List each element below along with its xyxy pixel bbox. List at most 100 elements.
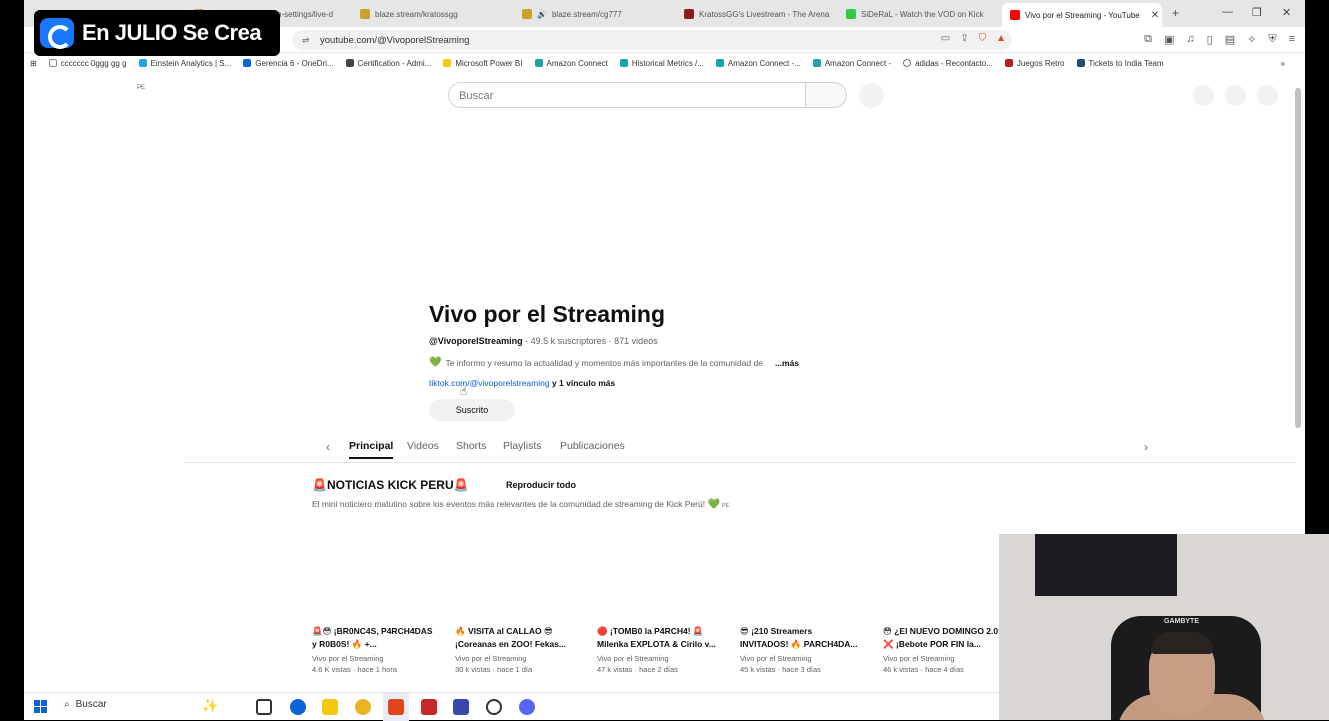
tab-favicon-icon — [684, 9, 694, 19]
voice-search-button[interactable] — [859, 83, 884, 108]
chevron-right-icon[interactable]: › — [1144, 440, 1148, 454]
bookmark-item[interactable]: Amazon Connect - — [812, 59, 891, 68]
windows-start-icon[interactable] — [34, 700, 47, 713]
tab-playlists[interactable]: Playlists — [503, 440, 542, 452]
bookmark-item[interactable]: Tickets to India Team — [1076, 59, 1164, 68]
browser-tab-active[interactable]: Vivo por el Streaming - YouTube ✕ — [1002, 3, 1162, 27]
video-title[interactable]: 😳 ¿El NUEVO DOMINGO 2.0? ❌ ¡Bebote POR F… — [883, 625, 1005, 651]
video-channel[interactable]: Vivo por el Streaming — [597, 654, 719, 663]
share-icon[interactable]: ⇪ — [960, 33, 968, 44]
notifications-button[interactable] — [1225, 85, 1246, 106]
video-card[interactable]: 🚨😳 ¡BR0NC4S, P4RCH4DAS y R0B0S! 🔥 +... Vi… — [312, 625, 434, 674]
avatar[interactable] — [1257, 85, 1278, 106]
close-tab-icon[interactable]: ✕ — [1151, 10, 1159, 21]
more-bookmarks-icon[interactable]: » — [1281, 59, 1285, 68]
close-window-icon[interactable]: ✕ — [1282, 6, 1291, 19]
menu-icon[interactable]: ≡ — [1289, 33, 1295, 46]
sidebar-icon[interactable]: ▯ — [1207, 33, 1213, 46]
site-info-icon[interactable]: ⇌ — [302, 35, 310, 46]
tab-search-icon[interactable]: ▤ — [1225, 33, 1235, 46]
apps-grid-icon[interactable]: ⊞ — [30, 59, 37, 68]
brave-shield-icon[interactable]: ⛉ — [979, 33, 987, 44]
tiktok-link[interactable]: tiktok.com/@vivoporelstreaming — [429, 378, 550, 388]
bookmark-item[interactable]: Amazon Connect — [534, 59, 608, 68]
bookmark-item[interactable]: Amazon Connect -... — [715, 59, 801, 68]
video-channel[interactable]: Vivo por el Streaming — [312, 654, 434, 663]
new-tab-icon[interactable]: + — [1172, 6, 1179, 20]
onlyfans-logo-icon — [40, 18, 74, 49]
bookmark-item[interactable]: Certification - Admi... — [345, 59, 431, 68]
leo-ai-icon[interactable]: ✧ — [1247, 33, 1256, 46]
video-card[interactable]: 😎 ¡210 Streamers INVITADOS! 🔥 PARCH4DA..… — [740, 625, 862, 674]
video-card[interactable]: 🔥 VISITA al CALLAO 😎 ¡Coreanas en ZOO! F… — [455, 625, 577, 674]
brave-icon[interactable] — [388, 699, 404, 715]
browser-tab[interactable]: KratossGG's Livestream - The Arena — [684, 4, 834, 24]
channel-description[interactable]: 💚 Te informo y resumo la actualidad y mom… — [429, 357, 799, 368]
video-title[interactable]: 🚨😳 ¡BR0NC4S, P4RCH4DAS y R0B0S! 🔥 +... — [312, 625, 434, 651]
app-icon[interactable] — [453, 699, 469, 715]
bookmark-item[interactable]: adidas - Recontacto... — [903, 59, 993, 68]
video-thumbnail[interactable] — [740, 536, 862, 620]
search-button[interactable] — [805, 82, 847, 108]
video-card[interactable]: 😳 ¿El NUEVO DOMINGO 2.0? ❌ ¡Bebote POR F… — [883, 625, 1005, 674]
extensions-icon[interactable]: ⧉ — [1144, 33, 1152, 46]
tab-shorts[interactable]: Shorts — [456, 440, 486, 452]
minimize-icon[interactable]: — — [1222, 6, 1233, 18]
video-thumbnail[interactable] — [455, 536, 577, 620]
bookmark-item[interactable]: Microsoft Power BI — [443, 59, 523, 68]
copilot-highlight-icon[interactable]: ✨ — [202, 698, 218, 714]
search-input[interactable]: Buscar — [448, 82, 806, 108]
bookmark-item[interactable]: Juegos Retro — [1004, 59, 1065, 68]
video-thumbnail[interactable] — [597, 536, 719, 620]
bookmark-favicon-icon — [534, 59, 543, 67]
subscribed-button[interactable]: Suscrito — [429, 399, 515, 421]
cast-icon[interactable]: ▭ — [941, 33, 950, 44]
discord-icon[interactable] — [519, 699, 535, 715]
tab-principal[interactable]: Principal — [349, 440, 394, 459]
video-stats: 45 k vistas · hace 3 días — [740, 665, 821, 674]
video-thumbnail[interactable] — [312, 536, 434, 620]
video-title[interactable]: 🔴 ¡TOMB0 la P4RCH4! 🚨 Milenka EXPLOTA & … — [597, 625, 719, 651]
section-title[interactable]: 🚨NOTICIAS KICK PERU🚨 — [312, 478, 469, 492]
brave-rewards-icon[interactable]: ▲ — [996, 33, 1006, 44]
video-title[interactable]: 🔥 VISITA al CALLAO 😎 ¡Coreanas en ZOO! F… — [455, 625, 577, 651]
video-title[interactable]: 😎 ¡210 Streamers INVITADOS! 🔥 PARCH4DA..… — [740, 625, 862, 651]
video-channel[interactable]: Vivo por el Streaming — [883, 654, 1005, 663]
tab-publicaciones[interactable]: Publicaciones — [560, 440, 625, 452]
browser-tab[interactable]: SiDeRaL - Watch the VOD on Kick — [846, 4, 996, 24]
video-thumbnail[interactable] — [883, 536, 1005, 620]
video-channel[interactable]: Vivo por el Streaming — [740, 654, 862, 663]
bookmark-item[interactable]: Historical Metrics /... — [619, 59, 704, 68]
vpn-icon[interactable]: ⛨ — [1268, 33, 1276, 46]
chrome-icon[interactable] — [355, 699, 371, 715]
browser-tab[interactable]: 🔊 blaze.stream/cg777 — [522, 4, 672, 24]
wallet-icon[interactable]: ▣ — [1164, 33, 1174, 46]
video-stats: 46 k vistas · hace 4 días — [883, 665, 964, 674]
bookmark-item[interactable]: Gerencia 6 - OneDri... — [243, 59, 334, 68]
page-scrollbar[interactable] — [1295, 88, 1301, 428]
file-explorer-icon[interactable] — [322, 699, 338, 715]
edge-icon[interactable] — [290, 699, 306, 715]
tab-videos[interactable]: Videos — [407, 440, 439, 452]
task-view-icon[interactable] — [256, 699, 272, 715]
video-card[interactable]: 🔴 ¡TOMB0 la P4RCH4! 🚨 Milenka EXPLOTA & … — [597, 625, 719, 674]
restore-icon[interactable]: ❐ — [1252, 6, 1262, 19]
video-channel[interactable]: Vivo por el Streaming — [455, 654, 577, 663]
bookmark-favicon-icon — [619, 59, 628, 67]
chevron-left-icon[interactable]: ‹ — [326, 440, 330, 454]
bookmark-item[interactable]: Einstein Analytics | S... — [138, 59, 231, 68]
obs-icon[interactable] — [486, 699, 502, 715]
more-link[interactable]: ...más — [775, 358, 799, 368]
create-button[interactable] — [1193, 85, 1214, 106]
video-app-icon[interactable] — [421, 699, 437, 715]
video-stats: 4.6 K vistas · hace 1 hora — [312, 665, 398, 674]
search-icon: ⌕ — [64, 699, 70, 710]
browser-tab[interactable]: blaze.stream/kratossgg — [360, 4, 510, 24]
taskbar-search[interactable]: ⌕ Buscar — [64, 699, 107, 710]
music-icon[interactable]: ♫ — [1186, 33, 1194, 46]
url-bar[interactable]: ⇌ youtube.com/@VivoporelStreaming ▭ ⇪ ⛉ … — [292, 30, 1012, 50]
bookmark-favicon-icon — [1076, 59, 1085, 67]
play-all-button[interactable]: Reproducir todo — [506, 480, 576, 490]
bookmark-item[interactable]: ccccccc 0ggg gg g — [48, 59, 127, 68]
more-links[interactable]: y 1 vínculo más — [550, 378, 615, 388]
